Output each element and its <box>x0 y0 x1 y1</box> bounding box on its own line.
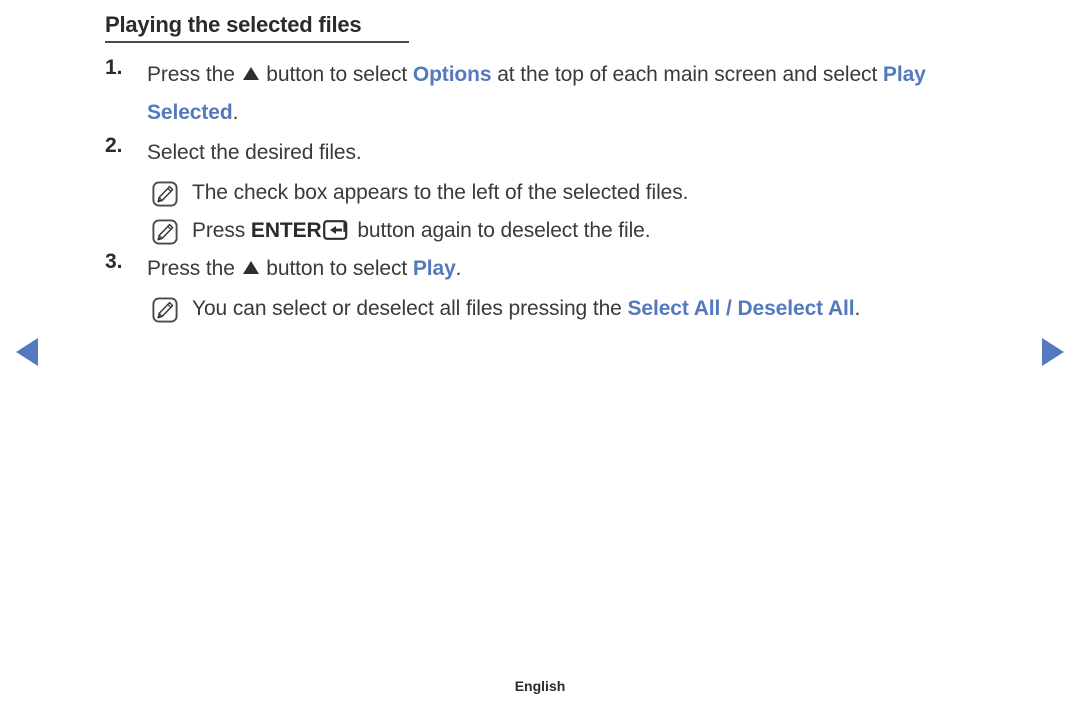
highlighted-term: Select All / Deselect All <box>627 297 855 320</box>
note-pencil-icon <box>152 181 178 207</box>
page-title: Playing the selected files <box>105 12 362 37</box>
note-text: You can select or deselect all files pre… <box>192 290 1020 328</box>
instruction-list: 1. Press the button to select Options at … <box>0 56 1080 328</box>
note-item: Press ENTER button again to deselect the… <box>0 212 1080 250</box>
note-pencil-icon <box>152 219 178 245</box>
text-run: button again to deselect the file. <box>351 219 651 242</box>
instruction-step: 2. Select the desired files. <box>0 134 1080 172</box>
enter-key-icon <box>322 220 351 240</box>
instruction-step: 3. Press the button to select Play. <box>0 250 1080 288</box>
next-page-arrow-icon[interactable] <box>1042 338 1064 366</box>
text-run: Press <box>192 219 251 242</box>
manual-page: Playing the selected files 1. Press the b… <box>0 0 1080 705</box>
instruction-step: 1. Press the button to select Options at … <box>0 56 1080 132</box>
text-run: button to select <box>260 257 413 280</box>
step-number: 1. <box>105 56 123 79</box>
text-run: . <box>232 101 239 124</box>
up-arrow-icon <box>242 261 259 274</box>
step-text: Select the desired files. <box>147 134 1020 172</box>
note-item: You can select or deselect all files pre… <box>0 290 1080 328</box>
text-run: at the top of each main screen and selec… <box>491 63 883 86</box>
text-run: . <box>854 297 861 320</box>
bold-term: ENTER <box>250 219 322 242</box>
text-run: The check box appears to the left of the… <box>192 181 689 204</box>
step-number: 2. <box>105 134 123 157</box>
previous-page-arrow-icon[interactable] <box>16 338 38 366</box>
step-text: Press the button to select Options at th… <box>147 56 1020 132</box>
text-run: button to select <box>260 63 413 86</box>
text-run: Press the <box>147 63 241 86</box>
step-number: 3. <box>105 250 123 273</box>
text-run: . <box>455 257 462 280</box>
note-pencil-icon <box>152 297 178 323</box>
text-run: Press the <box>147 257 241 280</box>
note-item: The check box appears to the left of the… <box>0 174 1080 212</box>
highlighted-term: Options <box>412 63 492 86</box>
footer-language-label: English <box>514 678 566 694</box>
step-text: Press the button to select Play. <box>147 250 1020 288</box>
text-run: Select the desired files. <box>147 141 362 164</box>
note-text: Press ENTER button again to deselect the… <box>192 212 1020 250</box>
up-arrow-icon <box>242 67 259 80</box>
page-title-underline <box>105 41 409 43</box>
note-text: The check box appears to the left of the… <box>192 174 1020 212</box>
highlighted-term: Play <box>412 257 456 280</box>
text-run: You can select or deselect all files pre… <box>192 297 628 320</box>
